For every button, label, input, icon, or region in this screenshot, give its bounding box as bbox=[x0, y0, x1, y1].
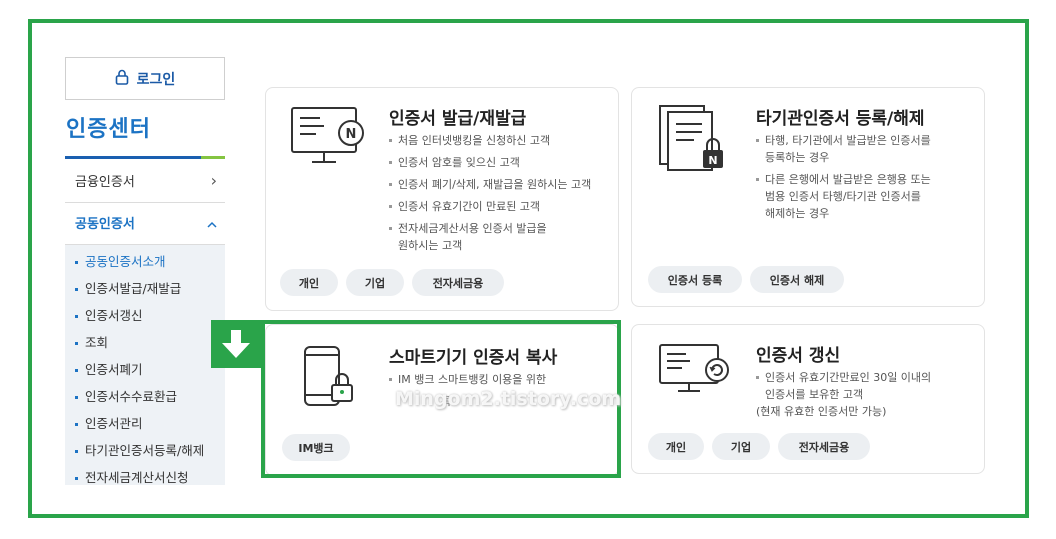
business-button[interactable]: 기업 bbox=[712, 433, 770, 460]
sidebar-submenu: 공동인증서소개 인증서발급/재발급 인증서갱신 조회 인증서폐기 인증서수수료환… bbox=[65, 245, 225, 485]
watermark: Mingom2.tistory.com bbox=[395, 388, 622, 410]
svg-text:N: N bbox=[708, 154, 717, 167]
submenu-item[interactable]: 인증서폐기 bbox=[75, 359, 143, 378]
cert-register-button[interactable]: 인증서 등록 bbox=[648, 266, 742, 293]
card-bullet-list: 타행, 타기관에서 발급받은 인증서를 등록하는 경우 다른 은행에서 발급받은… bbox=[756, 132, 976, 227]
sidebar-item-label: 금융인증서 bbox=[75, 175, 135, 190]
submenu-item[interactable]: 인증서수수료환급 bbox=[75, 386, 177, 405]
sidebar-item-financial-cert[interactable]: 금융인증서 › bbox=[65, 159, 225, 203]
login-label: 로그인 bbox=[136, 71, 176, 88]
card-other-cert: N 타기관인증서 등록/해제 타행, 타기관에서 발급받은 인증서를 등록하는 … bbox=[631, 87, 985, 307]
submenu-item[interactable]: 타기관인증서등록/해제 bbox=[75, 440, 204, 459]
card-bullet: 타행, 타기관에서 발급받은 인증서를 등록하는 경우 bbox=[756, 132, 976, 166]
cert-release-button[interactable]: 인증서 해제 bbox=[750, 266, 844, 293]
submenu-item[interactable]: 공동인증서소개 bbox=[75, 251, 166, 270]
submenu-item[interactable]: 인증서갱신 bbox=[75, 305, 143, 324]
login-button[interactable]: 로그인 bbox=[65, 57, 225, 100]
monitor-refresh-icon bbox=[659, 344, 729, 392]
submenu-item[interactable]: 인증서발급/재발급 bbox=[75, 278, 181, 297]
chevron-up-icon bbox=[207, 213, 217, 232]
svg-text:N: N bbox=[346, 127, 357, 142]
card-note: (현재 유효한 인증서만 가능) bbox=[756, 405, 887, 418]
chevron-right-icon: › bbox=[210, 171, 217, 190]
submenu-item[interactable]: 인증서관리 bbox=[75, 413, 143, 432]
sidebar-item-joint-cert[interactable]: 공동인증서 bbox=[65, 201, 225, 245]
e-tax-button[interactable]: 전자세금용 bbox=[778, 433, 870, 460]
card-bullet: 인증서 암호를 잊으신 고객 bbox=[389, 154, 614, 171]
card-title: 인증서 발급/재발급 bbox=[389, 109, 527, 129]
submenu-item[interactable]: 조회 bbox=[75, 332, 108, 351]
business-button[interactable]: 기업 bbox=[346, 269, 404, 296]
submenu-item[interactable]: 전자세금계산서신청 bbox=[75, 467, 189, 486]
personal-button[interactable]: 개인 bbox=[280, 269, 338, 296]
card-cert-issue: N 인증서 발급/재발급 처음 인터넷뱅킹을 신청하신 고객 인증서 암호를 잊… bbox=[265, 87, 619, 311]
documents-n-lock-icon: N bbox=[659, 105, 723, 171]
card-title: 타기관인증서 등록/해제 bbox=[756, 109, 925, 129]
card-bullet: 인증서 유효기간이 만료된 고객 bbox=[389, 198, 614, 215]
sidebar-title: 인증센터 bbox=[66, 117, 151, 142]
card-bullet: 인증서 폐기/삭제, 재발급을 원하시는 고객 bbox=[389, 176, 614, 193]
e-tax-button[interactable]: 전자세금용 bbox=[412, 269, 504, 296]
lock-icon bbox=[115, 69, 129, 89]
monitor-n-icon: N bbox=[291, 107, 364, 163]
personal-button[interactable]: 개인 bbox=[648, 433, 704, 460]
card-bullet-list: 처음 인터넷뱅킹을 신청하신 고객 인증서 암호를 잊으신 고객 인증서 폐기/… bbox=[389, 132, 614, 259]
card-bullet-list: 인증서 유효기간만료인 30일 이내의 인증서를 보유한 고객 (현재 유효한 … bbox=[756, 369, 976, 425]
card-bullet: 처음 인터넷뱅킹을 신청하신 고객 bbox=[389, 132, 614, 149]
card-cert-renew: 인증서 갱신 인증서 유효기간만료인 30일 이내의 인증서를 보유한 고객 (… bbox=[631, 324, 985, 474]
card-bullet: 전자세금계산서용 인증서 발급을 원하시는 고객 bbox=[389, 220, 614, 254]
sidebar-item-label: 공동인증서 bbox=[75, 217, 135, 232]
card-bullet: 다른 은행에서 발급받은 은행용 또는 범용 인증서 타행/타기관 인증서를 해… bbox=[756, 171, 976, 222]
card-title: 인증서 갱신 bbox=[756, 346, 841, 366]
arrow-down-icon bbox=[211, 320, 261, 368]
card-bullet: 인증서 유효기간만료인 30일 이내의 인증서를 보유한 고객 bbox=[756, 369, 976, 403]
